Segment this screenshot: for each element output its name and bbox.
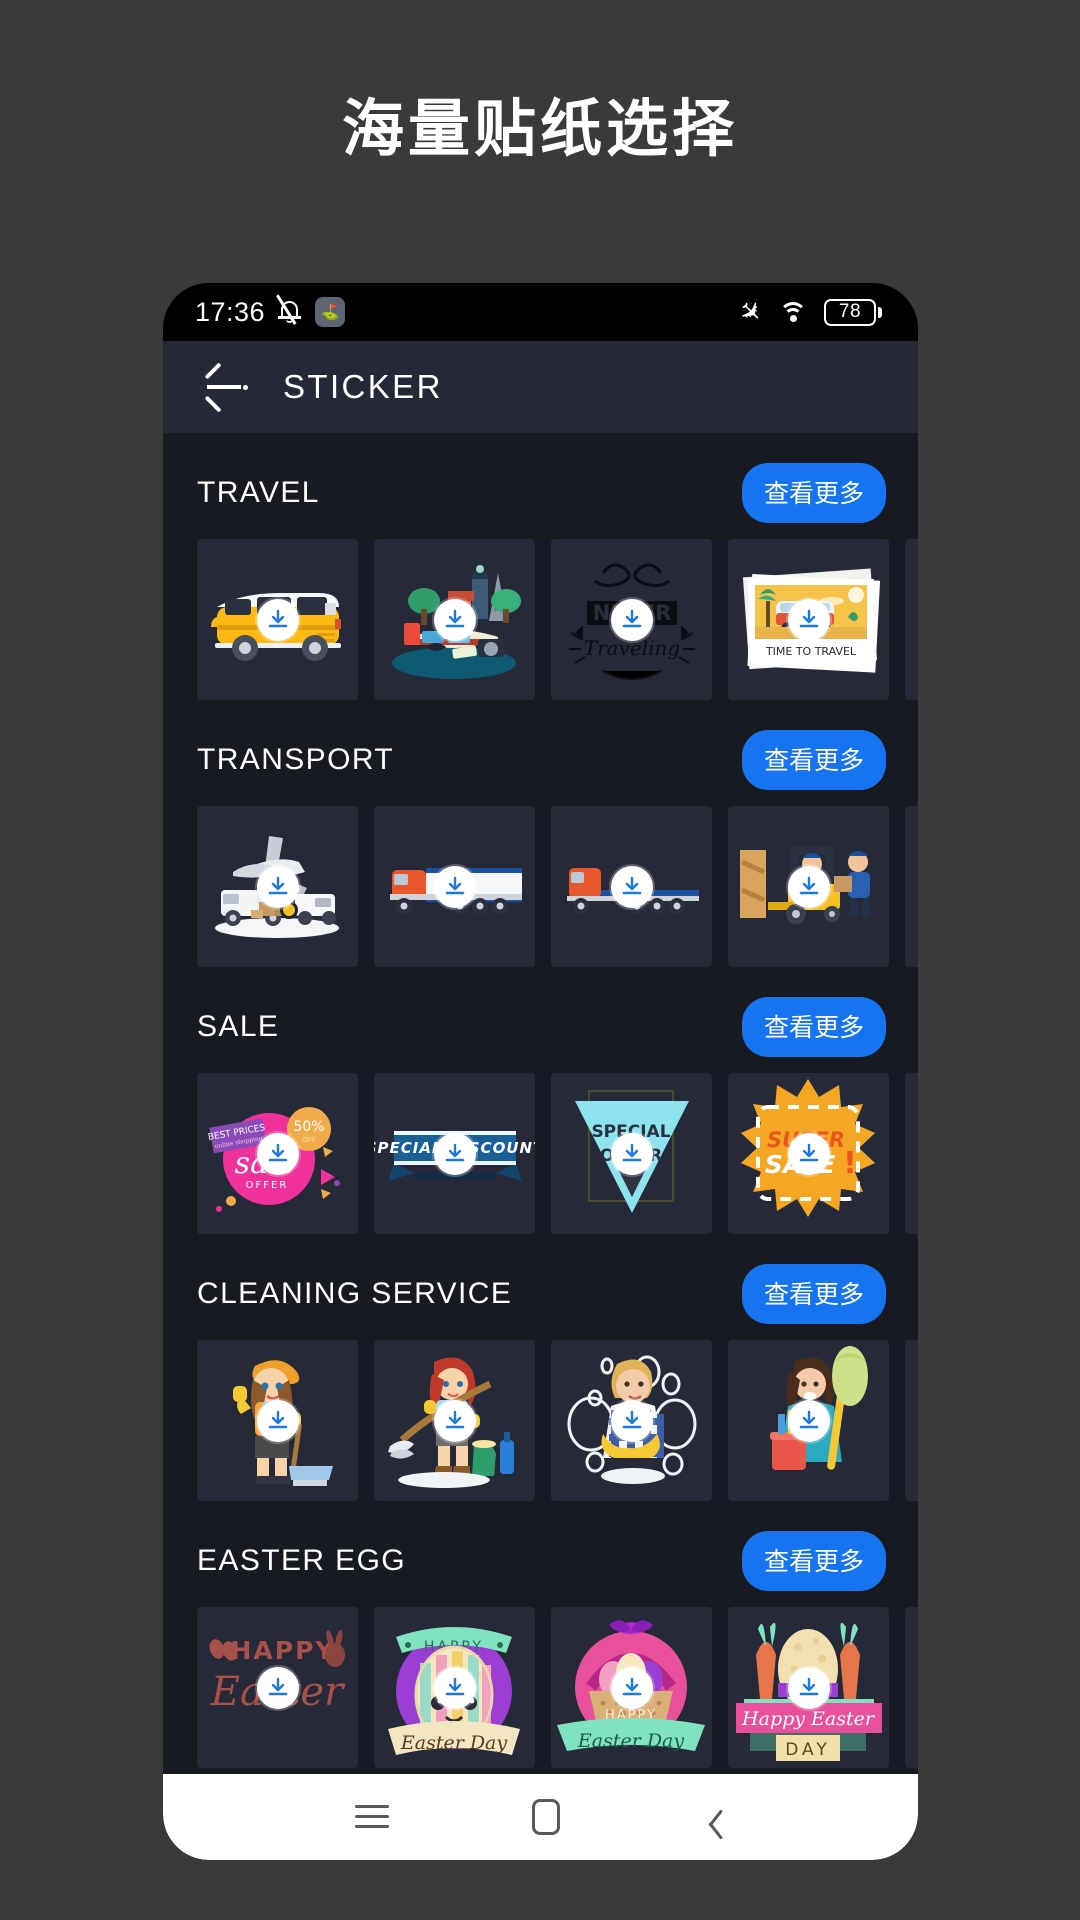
svg-text:HAPPY: HAPPY — [230, 1636, 335, 1665]
app-badge-icon: ⛳ — [315, 297, 346, 327]
svg-text:Easter Day: Easter Day — [577, 1730, 685, 1752]
sticker-tile[interactable] — [374, 1340, 535, 1501]
svg-text:TIME TO TRAVEL: TIME TO TRAVEL — [765, 645, 857, 658]
sticker-tile[interactable] — [905, 1607, 918, 1768]
sticker-tile[interactable]: SUPER SALE ! — [728, 1073, 889, 1234]
home-button[interactable] — [532, 1799, 561, 1835]
download-button[interactable] — [256, 598, 299, 641]
sticker-tile[interactable] — [728, 806, 889, 967]
sticker-tile[interactable] — [905, 806, 918, 967]
section-easter-egg: EASTER EGG 查看更多 HAPPY Easter Day HAPPY E… — [163, 1501, 918, 1768]
airplane-mode-icon: ✈ — [732, 293, 770, 331]
svg-text:Easter Day: Easter Day — [400, 1732, 508, 1754]
sticker-row[interactable]: HAPPY Easter Day HAPPY Easter Day Happy … — [163, 1607, 918, 1768]
download-button[interactable] — [610, 1666, 653, 1709]
section-cleaning-service: CLEANING SERVICE 查看更多 — [163, 1234, 918, 1501]
svg-text:50%: 50% — [293, 1119, 324, 1135]
sticker-tile[interactable]: NEVER Traveling — [551, 539, 712, 700]
download-button[interactable] — [433, 598, 476, 641]
section-transport: TRANSPORT 查看更多 — [163, 700, 918, 967]
download-button[interactable] — [610, 1399, 653, 1442]
sticker-row[interactable]: BEST PRICES online shopping 50% OFF sale… — [163, 1073, 918, 1234]
sticker-tile[interactable] — [197, 1340, 358, 1501]
section-title: CLEANING SERVICE — [197, 1277, 513, 1310]
sticker-tile[interactable] — [551, 806, 712, 967]
download-button[interactable] — [433, 865, 476, 908]
sticker-tile[interactable]: HAPPY Easter Day — [551, 1607, 712, 1768]
battery-icon: 78 — [824, 298, 882, 326]
download-button[interactable] — [787, 598, 830, 641]
section-header: CLEANING SERVICE 查看更多 — [163, 1242, 918, 1340]
svg-text:OFF: OFF — [302, 1136, 316, 1144]
download-button[interactable] — [256, 1666, 299, 1709]
download-button[interactable] — [787, 865, 830, 908]
download-button[interactable] — [610, 865, 653, 908]
bell-off-icon — [276, 294, 303, 326]
view-more-button[interactable]: 查看更多 — [741, 730, 886, 790]
download-button[interactable] — [610, 1132, 653, 1175]
status-bar: 17:36 ⛳ ✈ 78 — [163, 283, 918, 341]
sticker-app: STICKER TRAVEL 查看更多 Traveling TIME TO TR… — [163, 341, 918, 1860]
download-button[interactable] — [787, 1132, 830, 1175]
battery-level: 78 — [824, 298, 876, 326]
download-button[interactable] — [433, 1399, 476, 1442]
sticker-tile[interactable] — [905, 1340, 918, 1501]
download-button[interactable] — [433, 1666, 476, 1709]
download-button[interactable] — [787, 1666, 830, 1709]
sticker-tile[interactable]: HAPPY Easter — [197, 1607, 358, 1768]
download-button[interactable] — [433, 1132, 476, 1175]
sticker-tile[interactable]: SPECIAL OFFER — [551, 1073, 712, 1234]
promo-headline: 海量贴纸选择 — [341, 92, 738, 165]
sticker-tile[interactable] — [197, 539, 358, 700]
sticker-tile[interactable] — [728, 1340, 889, 1501]
section-title: SALE — [197, 1010, 280, 1043]
sticker-tile[interactable] — [551, 1340, 712, 1501]
download-button[interactable] — [256, 865, 299, 908]
back-arrow-icon[interactable] — [203, 362, 255, 413]
sticker-tile[interactable]: Happy Easter DAY — [728, 1607, 889, 1768]
view-more-button[interactable]: 查看更多 — [741, 997, 886, 1057]
svg-text:!: ! — [843, 1146, 857, 1181]
sticker-list[interactable]: TRAVEL 查看更多 Traveling TIME TO TRAVEL TRA… — [163, 433, 918, 1860]
svg-text:DAY: DAY — [785, 1740, 831, 1760]
sticker-tile[interactable]: SPECIAL DISCOUNT — [374, 1073, 535, 1234]
download-button[interactable] — [787, 1399, 830, 1442]
sticker-tile[interactable]: HAPPY — [374, 1607, 535, 1768]
download-button[interactable] — [256, 1399, 299, 1442]
section-title: TRANSPORT — [197, 743, 395, 776]
status-time: 17:36 — [195, 296, 266, 327]
sticker-row[interactable] — [163, 806, 918, 967]
sticker-row[interactable]: NEVER Traveling — [163, 539, 918, 700]
sticker-tile[interactable] — [197, 806, 358, 967]
download-button[interactable] — [256, 1132, 299, 1175]
sticker-tile[interactable] — [374, 539, 535, 700]
wifi-icon — [778, 300, 808, 324]
page-title: STICKER — [283, 368, 443, 405]
sticker-tile[interactable]: BEST PRICES online shopping 50% OFF sale… — [197, 1073, 358, 1234]
back-button[interactable] — [704, 1806, 726, 1840]
view-more-button[interactable]: 查看更多 — [741, 463, 886, 523]
section-header: EASTER EGG 查看更多 — [163, 1509, 918, 1607]
section-header: TRAVEL 查看更多 — [163, 441, 918, 539]
view-more-button[interactable]: 查看更多 — [741, 1264, 886, 1324]
section-header: SALE 查看更多 — [163, 975, 918, 1073]
sticker-tile[interactable] — [905, 539, 918, 700]
section-sale: SALE 查看更多 BEST PRICES online shopping 50… — [163, 967, 918, 1234]
section-header: TRANSPORT 查看更多 — [163, 708, 918, 806]
section-title: TRAVEL — [197, 476, 320, 509]
svg-text:OFFER: OFFER — [246, 1180, 289, 1191]
svg-text:Happy Easter: Happy Easter — [741, 1708, 876, 1730]
section-travel: TRAVEL 查看更多 Traveling TIME TO TRAVEL — [163, 433, 918, 700]
sticker-tile[interactable]: TIME TO TRAVEL — [728, 539, 889, 700]
sticker-tile[interactable] — [374, 806, 535, 967]
app-header: STICKER — [163, 341, 918, 433]
sticker-tile[interactable] — [905, 1073, 918, 1234]
recents-button[interactable] — [354, 1805, 389, 1829]
phone-mockup: 17:36 ⛳ ✈ 78 STICKER TRAVEL 查看更多 Traveli… — [163, 283, 918, 1860]
system-navigation-bar — [163, 1774, 918, 1860]
view-more-button[interactable]: 查看更多 — [741, 1531, 886, 1591]
section-title: EASTER EGG — [197, 1544, 407, 1577]
sticker-row[interactable] — [163, 1340, 918, 1501]
download-button[interactable] — [610, 598, 653, 641]
